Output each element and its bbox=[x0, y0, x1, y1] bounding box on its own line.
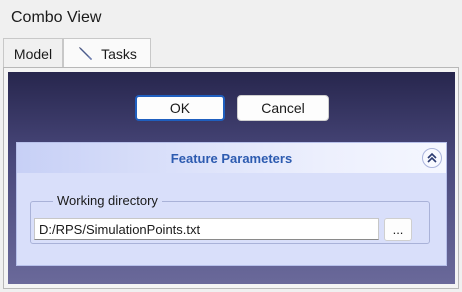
working-directory-label: Working directory bbox=[53, 193, 162, 208]
collapse-up-icon[interactable] bbox=[422, 148, 442, 168]
tasks-content-frame: OK Cancel Feature Parameters Working dir… bbox=[3, 67, 459, 289]
feature-parameters-panel: Feature Parameters Working directory D:/… bbox=[16, 142, 447, 266]
ok-button[interactable]: OK bbox=[135, 95, 225, 121]
tab-model[interactable]: Model bbox=[3, 38, 63, 68]
tab-bar: Model Tasks bbox=[0, 38, 462, 68]
cancel-button[interactable]: Cancel bbox=[237, 95, 329, 121]
browse-button[interactable]: ... bbox=[384, 218, 412, 241]
window-title: Combo View bbox=[11, 9, 102, 26]
panel-header[interactable]: Feature Parameters bbox=[17, 143, 446, 173]
tab-tasks-label: Tasks bbox=[101, 45, 137, 62]
tab-tasks[interactable]: Tasks bbox=[63, 38, 151, 68]
working-directory-input[interactable]: D:/RPS/SimulationPoints.txt bbox=[34, 218, 379, 240]
pencil-icon bbox=[77, 45, 95, 63]
tab-model-label: Model bbox=[13, 45, 53, 62]
panel-title: Feature Parameters bbox=[170, 150, 293, 166]
combo-view-window: Combo View Model Tasks OK Cancel Feature… bbox=[0, 0, 462, 292]
task-panel-area: OK Cancel Feature Parameters Working dir… bbox=[8, 72, 455, 284]
